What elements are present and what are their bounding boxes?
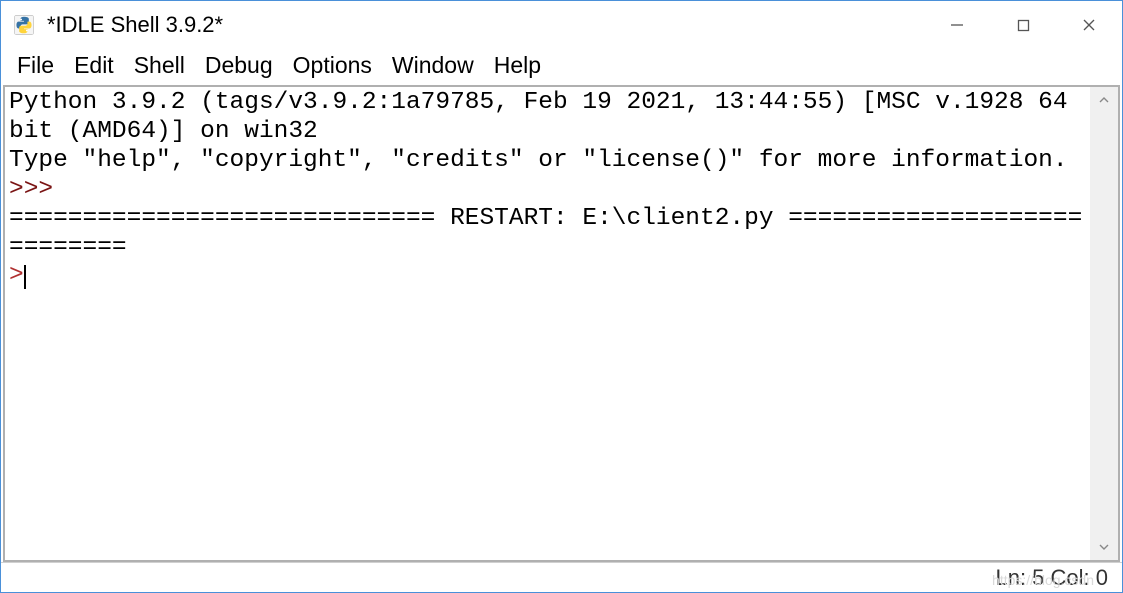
vertical-scrollbar[interactable]: [1090, 85, 1120, 562]
statusbar: https://blog.csdn Ln: 5 Col: 0: [1, 562, 1122, 592]
banner-line-2: Type "help", "copyright", "credits" or "…: [9, 147, 1068, 174]
minimize-button[interactable]: [924, 1, 990, 49]
scroll-up-arrow[interactable]: [1090, 87, 1118, 113]
menubar: File Edit Shell Debug Options Window Hel…: [1, 49, 1122, 83]
cursor-position: Ln: 5 Col: 0: [995, 565, 1108, 591]
prompt: >>>: [9, 176, 68, 203]
menu-edit[interactable]: Edit: [64, 50, 124, 81]
close-button[interactable]: [1056, 1, 1122, 49]
menu-options[interactable]: Options: [283, 50, 382, 81]
shell-text-area[interactable]: Python 3.9.2 (tags/v3.9.2:1a79785, Feb 1…: [3, 85, 1090, 562]
titlebar[interactable]: *IDLE Shell 3.9.2*: [1, 1, 1122, 49]
scroll-down-arrow[interactable]: [1090, 534, 1118, 560]
input-prompt: >: [9, 262, 24, 289]
menu-file[interactable]: File: [7, 50, 64, 81]
window-title: *IDLE Shell 3.9.2*: [47, 12, 223, 38]
menu-window[interactable]: Window: [382, 50, 484, 81]
maximize-button[interactable]: [990, 1, 1056, 49]
restart-line: ============================= RESTART: E…: [9, 205, 1082, 261]
shell-wrap: Python 3.9.2 (tags/v3.9.2:1a79785, Feb 1…: [1, 83, 1122, 562]
banner-line-1: Python 3.9.2 (tags/v3.9.2:1a79785, Feb 1…: [9, 89, 1082, 145]
app-window: *IDLE Shell 3.9.2* File Edit Shell Debug…: [0, 0, 1123, 593]
text-cursor: [24, 265, 26, 289]
menu-help[interactable]: Help: [484, 50, 551, 81]
menu-debug[interactable]: Debug: [195, 50, 283, 81]
menu-shell[interactable]: Shell: [124, 50, 195, 81]
window-controls: [924, 1, 1122, 49]
python-icon: [13, 14, 35, 36]
